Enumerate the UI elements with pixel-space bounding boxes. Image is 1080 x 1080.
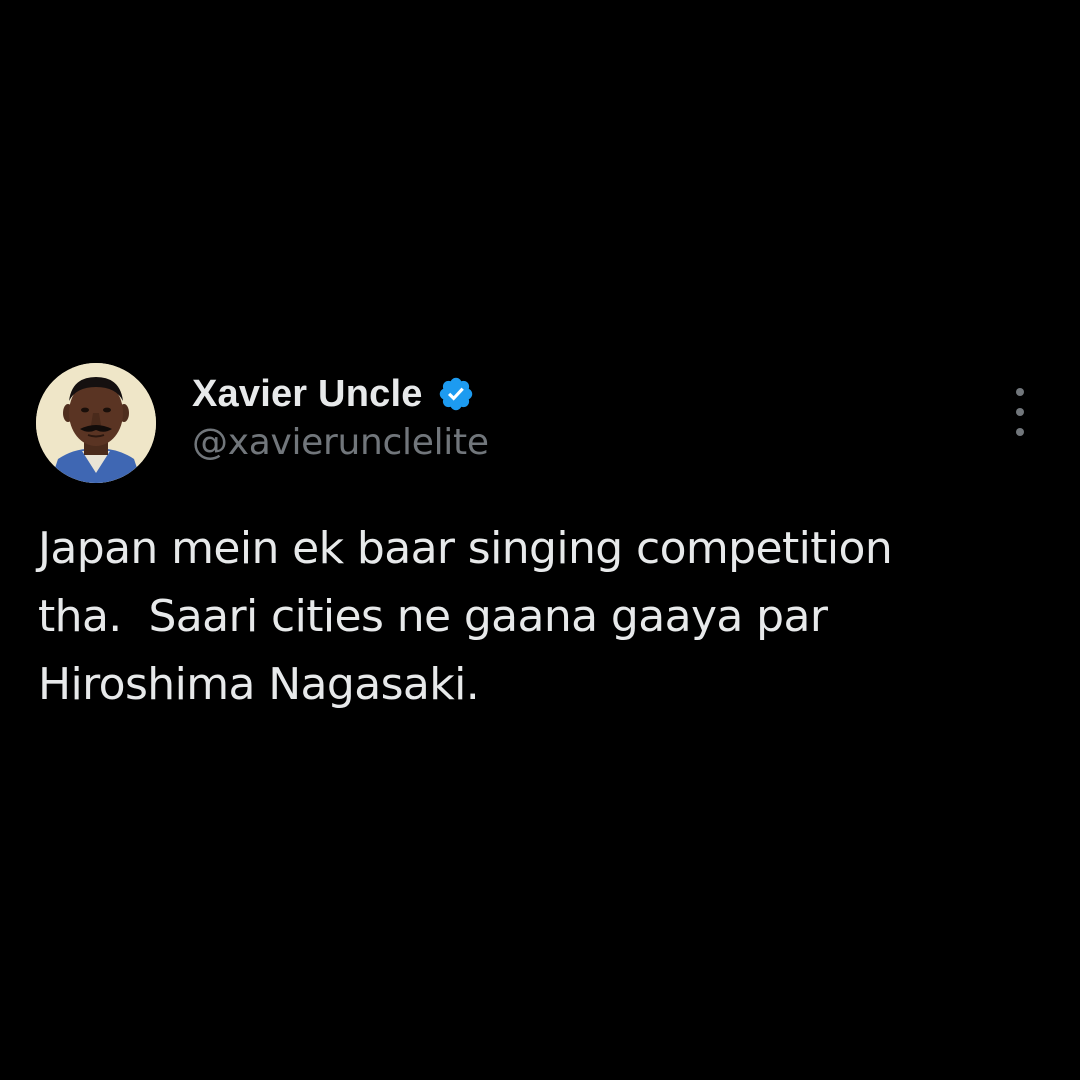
- avatar[interactable]: [36, 363, 156, 483]
- display-name[interactable]: Xavier Uncle: [192, 373, 423, 416]
- tweet-text-line: Hiroshima Nagasaki.: [38, 659, 480, 710]
- display-name-row: Xavier Uncle: [192, 368, 475, 420]
- avatar-photo: [36, 363, 156, 483]
- tweet-card: Xavier Uncle @xavierunclelite Japan mein…: [0, 0, 1080, 1080]
- more-dot: [1016, 388, 1024, 396]
- more-dot: [1016, 408, 1024, 416]
- more-options-icon[interactable]: [1004, 388, 1036, 436]
- tweet-text-line: Japan mein ek baar singing competition: [38, 523, 893, 574]
- user-handle[interactable]: @xavierunclelite: [192, 422, 489, 463]
- more-dot: [1016, 428, 1024, 436]
- tweet-text: Japan mein ek baar singing competition t…: [38, 515, 1038, 719]
- verified-badge-icon: [437, 375, 475, 413]
- tweet-text-line: tha. Saari cities ne gaana gaaya par: [38, 591, 828, 642]
